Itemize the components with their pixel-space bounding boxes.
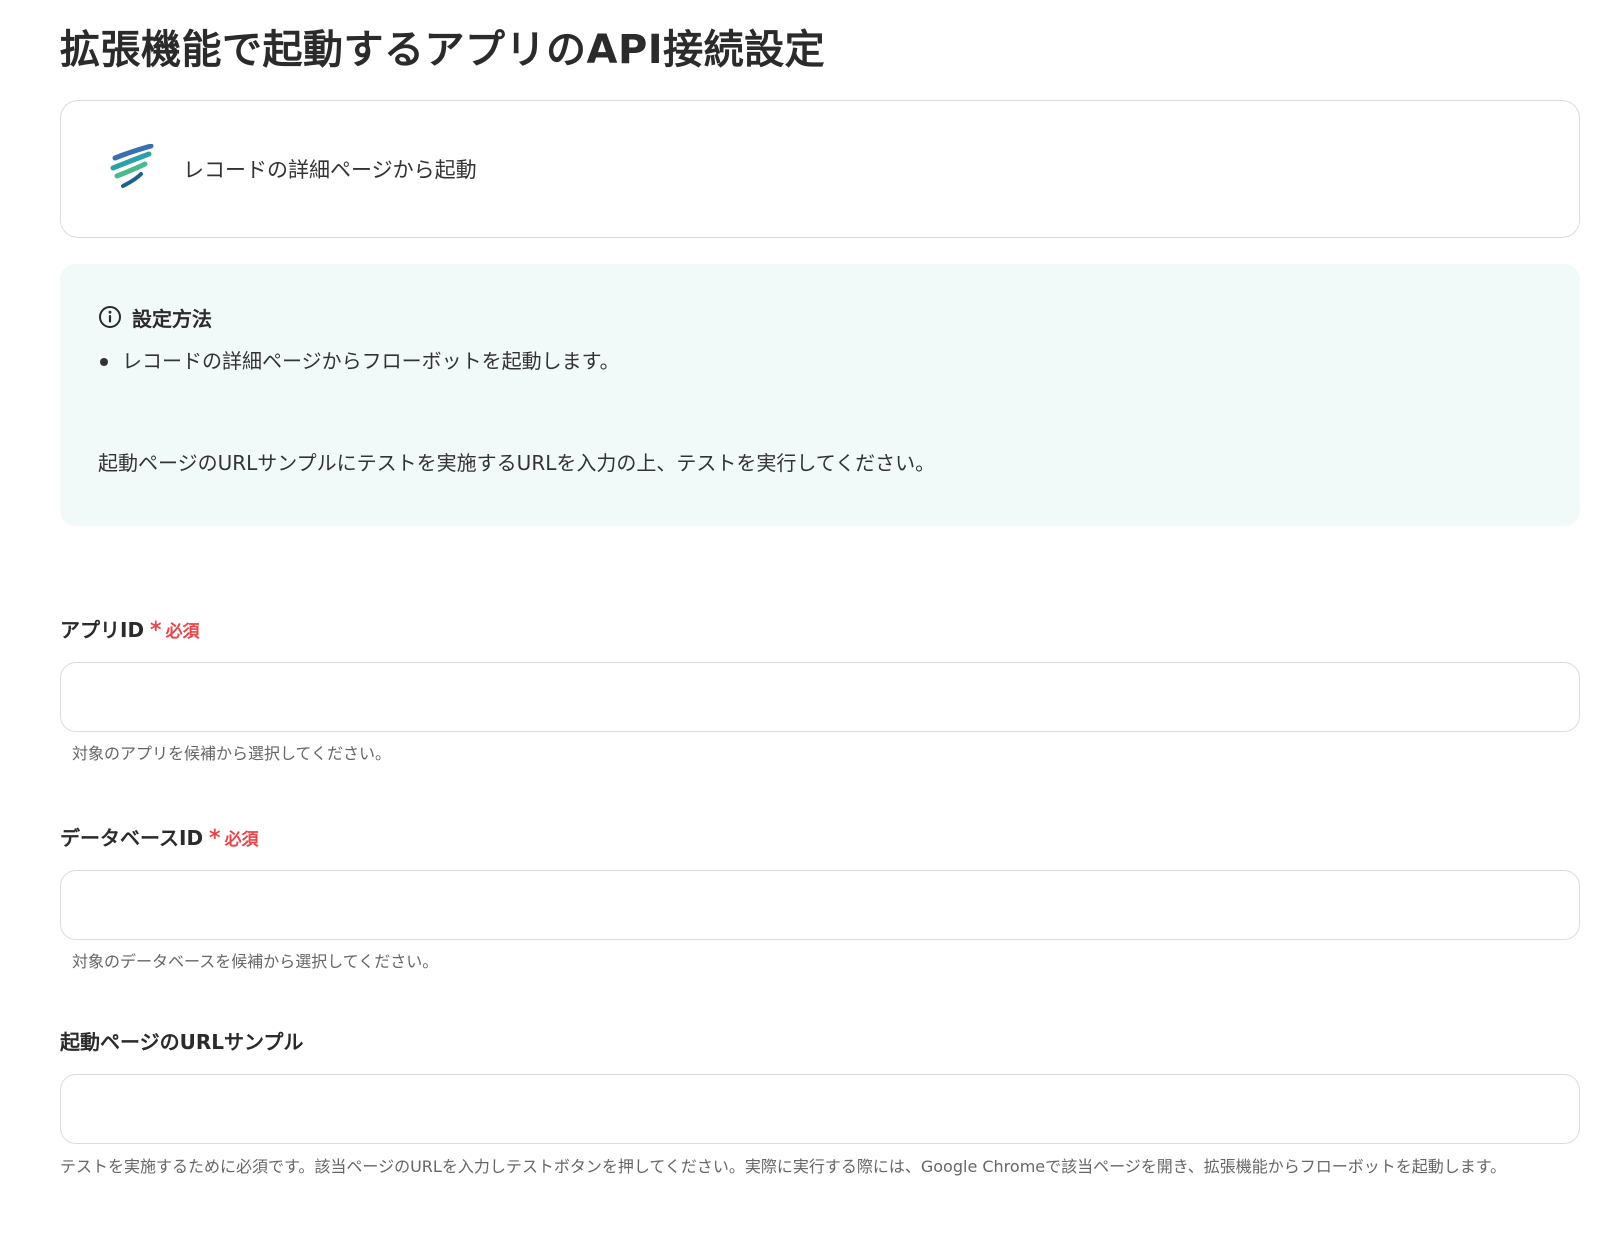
url-sample-label-text: 起動ページのURLサンプル xyxy=(60,1030,304,1054)
settings-page: 拡張機能で起動するアプリのAPI接続設定 レコードの詳細ページから起動 設定方法… xyxy=(0,0,1600,1240)
database-id-input[interactable] xyxy=(60,870,1580,940)
app-id-input[interactable] xyxy=(60,662,1580,732)
database-id-label-text: データベースID xyxy=(60,826,204,850)
trigger-card[interactable]: レコードの詳細ページから起動 xyxy=(60,100,1580,238)
info-heading-text: 設定方法 xyxy=(132,306,212,331)
required-badge: 必須 xyxy=(224,830,259,850)
url-sample-label: 起動ページのURLサンプル xyxy=(60,1026,1580,1056)
info-list: レコードの詳細ページからフローボットを起動します。 xyxy=(98,346,1542,376)
info-icon xyxy=(99,306,121,328)
url-sample-hint: テストを実施するために必須です。該当ページのURLを入力しテストボタンを押してく… xyxy=(60,1157,1507,1176)
required-asterisk: * xyxy=(209,826,221,851)
database-id-label: データベースID * 必須 xyxy=(60,822,1580,852)
app-id-label-text: アプリID xyxy=(60,618,145,642)
page-title: 拡張機能で起動するアプリのAPI接続設定 xyxy=(60,27,826,73)
url-sample-input[interactable] xyxy=(60,1074,1580,1144)
info-box: 設定方法 レコードの詳細ページからフローボットを起動します。 起動ページのURL… xyxy=(60,264,1580,526)
required-asterisk: * xyxy=(150,618,162,643)
app-id-field: アプリID * 必須 対象のアプリを候補から選択してください。 xyxy=(60,614,1580,766)
app-id-label: アプリID * 必須 xyxy=(60,614,1580,644)
required-badge: 必須 xyxy=(165,622,200,642)
database-id-field: データベースID * 必須 対象のデータベースを候補から選択してください。 xyxy=(60,822,1580,974)
database-id-hint: 対象のデータベースを候補から選択してください。 xyxy=(72,952,439,971)
info-note: 起動ページのURLサンプルにテストを実施するURLを入力の上、テストを実行してく… xyxy=(98,451,936,475)
info-list-item: レコードの詳細ページからフローボットを起動します。 xyxy=(98,346,1542,376)
trigger-label: レコードの詳細ページから起動 xyxy=(183,158,477,182)
url-sample-field: 起動ページのURLサンプル テストを実施するために必須です。該当ページのURLを… xyxy=(60,1026,1580,1179)
app-id-hint: 対象のアプリを候補から選択してください。 xyxy=(72,744,392,763)
info-heading: 設定方法 xyxy=(98,302,1542,332)
kintone-logo-icon xyxy=(109,143,155,194)
